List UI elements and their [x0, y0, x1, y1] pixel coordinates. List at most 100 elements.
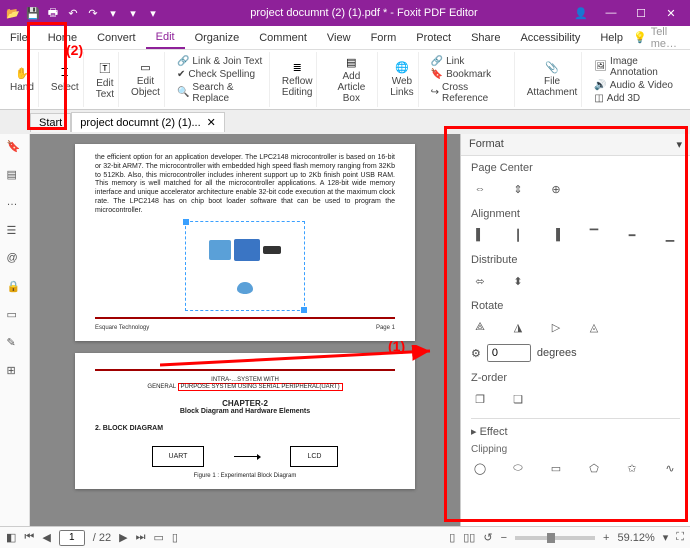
align-right-icon[interactable]: ▐	[547, 226, 565, 244]
attachments-panel-icon[interactable]: @	[7, 252, 23, 268]
layout-facing-icon[interactable]: ▯▯	[463, 531, 475, 544]
align-left-icon[interactable]: ▌	[471, 226, 489, 244]
fields-panel-icon[interactable]: ▭	[7, 308, 23, 324]
last-page-icon[interactable]: ⏭	[136, 531, 146, 544]
prev-page-icon[interactable]: ◀	[42, 531, 50, 544]
send-back-icon[interactable]: ❏	[509, 390, 527, 408]
cross-ref-btn[interactable]: ↪Cross Reference	[431, 82, 510, 104]
rotate-ccw-icon[interactable]: ◬	[585, 318, 603, 336]
qat-redo-icon[interactable]: ↷	[84, 4, 102, 22]
zoom-slider[interactable]	[515, 536, 595, 540]
fit-page-icon[interactable]: ⛶	[676, 531, 684, 544]
file-attachment[interactable]: 📎 File Attachment	[523, 52, 583, 107]
panel-dropdown-icon[interactable]: ▾	[676, 138, 682, 151]
close-tab-icon[interactable]: ✕	[207, 116, 216, 129]
clip-ellipse-icon[interactable]: ◯	[471, 459, 489, 477]
view-continuous-icon[interactable]: ▯	[172, 531, 178, 544]
menu-help[interactable]: Help	[590, 28, 633, 48]
clip-rect-icon[interactable]: ▭	[547, 459, 565, 477]
qat-more2-icon[interactable]: ▾	[124, 4, 142, 22]
menu-home[interactable]: Home	[38, 28, 87, 48]
align-bottom-icon[interactable]: ▁	[661, 226, 679, 244]
articles-panel-icon[interactable]: ⊞	[7, 364, 23, 380]
tell-me-search[interactable]: 💡 Tell me…	[633, 26, 690, 50]
bookmark-btn[interactable]: 🔖Bookmark	[431, 69, 510, 80]
selected-image-object[interactable]	[185, 221, 305, 311]
hand-tool[interactable]: ✋ Hand	[6, 52, 39, 107]
login-icon[interactable]: 👤	[566, 0, 596, 26]
rotate-cw-icon[interactable]: ▷	[547, 318, 565, 336]
distribute-v-icon[interactable]: ⬍	[509, 272, 527, 290]
next-page-icon[interactable]: ▶	[119, 531, 127, 544]
qat-undo-icon[interactable]: ↶	[64, 4, 82, 22]
menu-accessibility[interactable]: Accessibility	[510, 28, 590, 48]
link-btn[interactable]: 🔗Link	[431, 56, 510, 67]
menu-convert[interactable]: Convert	[87, 28, 146, 48]
menu-edit[interactable]: Edit	[146, 27, 185, 49]
comments-panel-icon[interactable]: …	[7, 196, 23, 212]
menu-protect[interactable]: Protect	[406, 28, 461, 48]
qat-save-icon[interactable]: 💾	[24, 4, 42, 22]
menu-view[interactable]: View	[317, 28, 361, 48]
audio-video[interactable]: 🔊Audio & Video	[594, 80, 680, 91]
qat-more3-icon[interactable]: ▾	[144, 4, 162, 22]
menu-comment[interactable]: Comment	[249, 28, 317, 48]
align-center-h-icon[interactable]: ┃	[509, 226, 527, 244]
zoom-dropdown-icon[interactable]: ▾	[663, 531, 669, 544]
qat-more-icon[interactable]: ▾	[104, 4, 122, 22]
bring-front-icon[interactable]: ❐	[471, 390, 489, 408]
pages-panel-icon[interactable]: ▤	[7, 168, 23, 184]
reflow-editing[interactable]: ≣ Reflow Editing	[278, 52, 318, 107]
link-join-text[interactable]: 🔗Link & Join Text	[177, 56, 265, 67]
selected-text-region[interactable]: PURPOSE SYSTEM USING SERIAL PERIPHERAL(U…	[178, 383, 343, 391]
signatures-panel-icon[interactable]: ✎	[7, 336, 23, 352]
tab-start[interactable]: Start	[30, 113, 71, 132]
close-button[interactable]: ✕	[656, 0, 686, 26]
edit-text-tool[interactable]: 🅃 Edit Text	[92, 52, 119, 107]
page-number-input[interactable]	[59, 530, 85, 546]
link-icon: 🔗	[177, 56, 189, 67]
flip-vertical-icon[interactable]: ⟁	[471, 318, 489, 336]
add-3d[interactable]: ◫Add 3D	[594, 93, 680, 104]
align-middle-icon[interactable]: ━	[623, 226, 641, 244]
distribute-h-icon[interactable]: ⬄	[471, 272, 489, 290]
clip-freeform-icon[interactable]: ∿	[661, 459, 679, 477]
flip-horizontal-icon[interactable]: ◮	[509, 318, 527, 336]
qat-open-icon[interactable]: 📂	[4, 4, 22, 22]
maximize-button[interactable]: ☐	[626, 0, 656, 26]
rotate-degrees-input[interactable]	[487, 344, 531, 362]
align-top-icon[interactable]: ▔	[585, 226, 603, 244]
gear-icon[interactable]: ⚙	[471, 347, 481, 360]
minimize-button[interactable]: —	[596, 0, 626, 26]
search-replace[interactable]: 🔍Search & Replace	[177, 82, 265, 104]
menu-share[interactable]: Share	[461, 28, 510, 48]
view-mode-icon[interactable]: ▭	[154, 531, 164, 544]
center-both-icon[interactable]: ⊕	[547, 180, 565, 198]
select-tool[interactable]: Ꮖ Select	[47, 52, 84, 107]
clip-oval-icon[interactable]: ⬭	[509, 459, 527, 477]
show-panel-icon[interactable]: ◧	[6, 531, 16, 544]
check-spelling[interactable]: ✔Check Spelling	[177, 69, 265, 80]
menu-file[interactable]: File	[0, 28, 38, 48]
menu-form[interactable]: Form	[361, 28, 407, 48]
security-panel-icon[interactable]: 🔒	[7, 280, 23, 296]
layout-single-icon[interactable]: ▯	[449, 531, 455, 544]
edit-object-tool[interactable]: ▭ Edit Object	[127, 52, 165, 107]
clip-star-icon[interactable]: ✩	[623, 459, 641, 477]
tab-document[interactable]: project documnt (2) (1)... ✕	[71, 112, 225, 132]
document-view[interactable]: the efficient option for an application …	[30, 134, 460, 526]
zoom-in-icon[interactable]: +	[603, 532, 609, 544]
center-horizontal-icon[interactable]: ⇔	[471, 180, 489, 198]
zoom-out-icon[interactable]: −	[501, 532, 507, 544]
first-page-icon[interactable]: ⏮	[24, 531, 34, 544]
reflow-view-icon[interactable]: ↺	[483, 531, 492, 544]
clip-polygon-icon[interactable]: ⬠	[585, 459, 603, 477]
layers-panel-icon[interactable]: ☰	[7, 224, 23, 240]
add-article-box[interactable]: ▤ Add Article Box	[325, 52, 378, 107]
image-annotation[interactable]: 🖼Image Annotation	[594, 56, 680, 78]
web-links[interactable]: 🌐 Web Links	[386, 52, 418, 107]
bookmark-panel-icon[interactable]: 🔖	[7, 140, 23, 156]
center-vertical-icon[interactable]: ⇕	[509, 180, 527, 198]
menu-organize[interactable]: Organize	[185, 28, 250, 48]
qat-print-icon[interactable]: 🖶	[44, 4, 62, 22]
